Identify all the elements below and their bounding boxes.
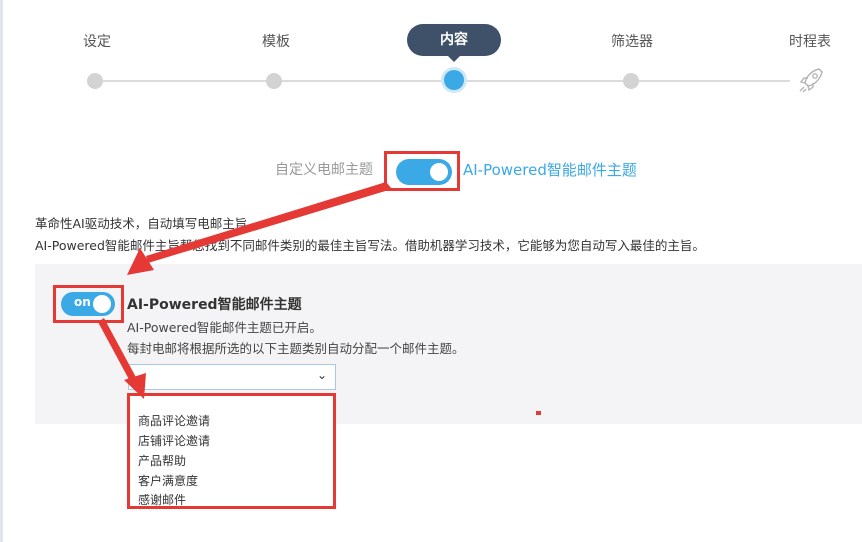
annotation-arrow-1-shaft [146, 182, 392, 263]
annotation-arrows [98, 182, 392, 399]
annotation-arrow-2-head [124, 373, 146, 399]
annotation-arrow-2-shaft [98, 318, 138, 385]
